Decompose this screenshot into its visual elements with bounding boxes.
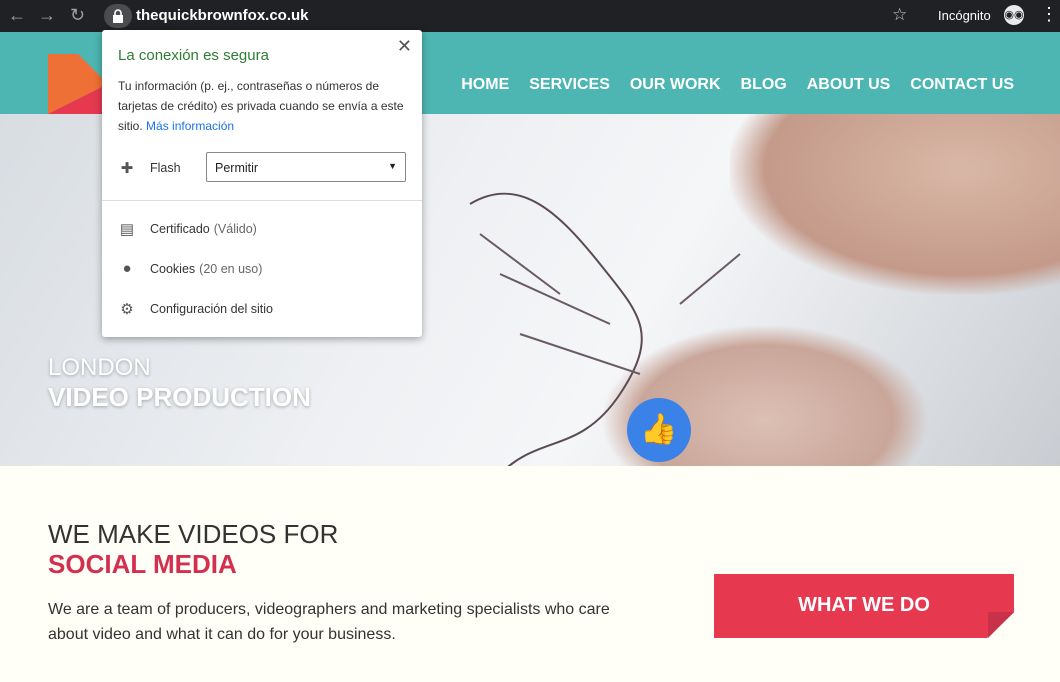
flash-label: Flash — [150, 161, 181, 175]
nav-our-work[interactable]: OUR WORK — [630, 76, 721, 94]
puzzle-icon: ✚ — [120, 160, 134, 177]
flash-permission-select[interactable]: Permitir ▼ — [206, 152, 406, 182]
nav-blog[interactable]: BLOG — [741, 76, 787, 94]
main-nav: HOME SERVICES OUR WORK BLOG ABOUT US CON… — [461, 76, 1014, 94]
site-settings-item[interactable]: ⚙ Configuración del sitio — [118, 300, 273, 318]
cookies-item[interactable]: ● Cookies (20 en uso) — [118, 260, 262, 277]
close-icon[interactable]: ✕ — [397, 36, 412, 57]
divider — [102, 200, 422, 201]
button-fold — [988, 612, 1014, 638]
intro-paragraph: We are a team of producers, videographer… — [48, 601, 610, 643]
certificate-icon: ▤ — [119, 221, 135, 238]
certificate-item[interactable]: ▤ Certificado (Válido) — [118, 220, 257, 238]
nav-about-us[interactable]: ABOUT US — [807, 76, 891, 94]
incognito-label: Incógnito — [938, 8, 991, 23]
certificate-label: Certificado — [150, 222, 210, 236]
certificate-status: (Válido) — [213, 222, 257, 236]
url-text[interactable]: thequickbrownfox.co.uk — [136, 7, 309, 24]
flash-value: Permitir — [215, 161, 259, 175]
thumbs-up-icon[interactable]: 👍 — [627, 398, 691, 462]
bookmark-star-icon[interactable]: ☆ — [892, 5, 907, 25]
intro-title: WE MAKE VIDEOS FOR — [48, 519, 339, 549]
caret-down-icon: ▼ — [388, 161, 397, 171]
hero-line1: LONDON — [48, 354, 151, 381]
what-we-do-button[interactable]: WHAT WE DO — [714, 574, 1014, 638]
lock-icon[interactable] — [104, 4, 132, 28]
site-info-popup: ✕ La conexión es segura Tu información (… — [102, 30, 422, 337]
hero-line2: VIDEO PRODUCTION — [48, 382, 311, 412]
nav-contact-us[interactable]: CONTACT US — [910, 76, 1014, 94]
reload-icon[interactable]: ↻ — [70, 5, 85, 26]
cookies-status: (20 en uso) — [199, 261, 263, 276]
nav-home[interactable]: HOME — [461, 76, 509, 94]
gear-icon: ⚙ — [120, 301, 134, 318]
incognito-icon[interactable]: ◉◉ — [1004, 5, 1024, 25]
browser-toolbar: ← → ↻ thequickbrownfox.co.uk ☆ Incógnito… — [0, 0, 1060, 32]
cookie-icon: ● — [122, 260, 132, 277]
more-info-link[interactable]: Más información — [146, 119, 234, 133]
forward-icon[interactable]: → — [38, 5, 56, 26]
nav-services[interactable]: SERVICES — [529, 76, 610, 94]
more-menu-icon[interactable]: ⋮ — [1040, 4, 1058, 25]
site-settings-label: Configuración del sitio — [150, 302, 273, 316]
back-icon[interactable]: ← — [8, 5, 26, 26]
popup-description: Tu información (p. ej., contraseñas o nú… — [118, 76, 410, 136]
popup-title: La conexión es segura — [118, 47, 269, 64]
intro-subtitle: SOCIAL MEDIA — [48, 549, 237, 579]
cookies-label: Cookies — [150, 261, 196, 276]
